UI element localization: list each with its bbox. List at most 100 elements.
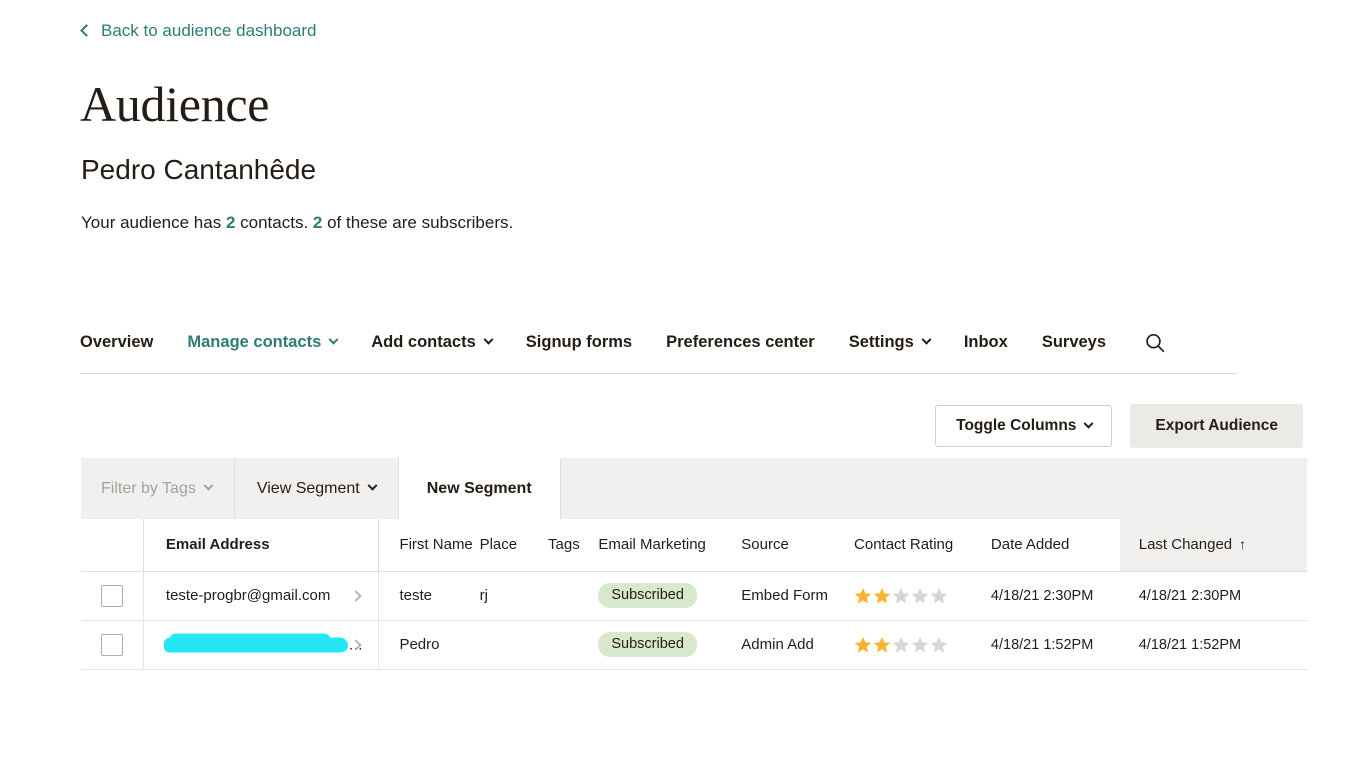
email-address-redacted: ...	[163, 633, 362, 653]
email-address-text: teste-progbr@gmail.com	[165, 587, 331, 604]
star-icon	[854, 587, 872, 604]
audience-summary: Your audience has 2 contacts. 2 of these…	[81, 213, 513, 233]
star-icon	[892, 636, 910, 653]
cell-tags	[548, 620, 599, 670]
tab-signup-forms[interactable]: Signup forms	[526, 332, 632, 352]
new-segment-label: New Segment	[426, 479, 532, 497]
view-segment-dropdown[interactable]: View Segment	[233, 458, 398, 519]
column-tags[interactable]: Tags	[548, 519, 599, 572]
star-icon	[873, 587, 891, 604]
toggle-columns-label: Toggle Columns	[956, 417, 1077, 434]
tab-preferences-center-label: Preferences center	[666, 333, 815, 351]
chevron-down-icon	[1083, 418, 1094, 429]
audience-page: Back to audience dashboard Audience Pedr…	[0, 0, 1369, 770]
row-checkbox[interactable]	[101, 584, 123, 607]
cell-date-added: 4/18/21 2:30PM	[990, 571, 1120, 621]
star-icon	[892, 587, 910, 604]
tab-manage-contacts[interactable]: Manage contacts	[187, 332, 339, 352]
cell-place	[479, 620, 549, 670]
column-source[interactable]: Source	[741, 519, 855, 572]
summary-prefix: Your audience has	[81, 213, 226, 232]
chevron-down-icon	[203, 480, 214, 491]
column-last-changed[interactable]: Last Changed ↑	[1119, 519, 1307, 572]
table-row[interactable]: ... Pedro Subscribed Admin Add 4/18/21 1…	[81, 620, 1307, 670]
cell-tags	[548, 571, 599, 621]
star-icon	[930, 636, 948, 653]
column-email-marketing[interactable]: Email Marketing	[598, 519, 742, 572]
star-icon	[911, 636, 929, 653]
summary-suffix: of these are subscribers.	[322, 213, 514, 232]
cell-last-changed: 4/18/21 2:30PM	[1119, 571, 1307, 621]
search-icon	[1146, 333, 1165, 353]
chevron-left-icon	[80, 24, 93, 37]
audience-name: Pedro Cantanhêde	[81, 154, 317, 185]
star-icon	[854, 636, 872, 653]
back-to-audience-dashboard-link[interactable]: Back to audience dashboard	[80, 21, 317, 41]
column-date-added[interactable]: Date Added	[990, 519, 1120, 572]
search-button[interactable]	[1144, 332, 1166, 354]
tab-add-contacts[interactable]: Add contacts	[371, 332, 494, 352]
audience-nav: Overview Manage contacts Add contacts Si…	[80, 332, 1237, 374]
tab-preferences-center[interactable]: Preferences center	[666, 332, 815, 352]
column-place[interactable]: Place	[479, 519, 549, 572]
sort-ascending-icon: ↑	[1239, 536, 1247, 553]
cell-email-address[interactable]: teste-progbr@gmail.com	[143, 571, 380, 621]
back-link-label: Back to audience dashboard	[101, 21, 317, 40]
cell-place: rj	[479, 571, 549, 621]
cell-source: Embed Form	[741, 571, 855, 621]
cell-contact-rating	[854, 620, 991, 670]
tab-settings-label: Settings	[848, 333, 914, 351]
rating-stars[interactable]	[854, 636, 991, 654]
cell-email-marketing: Subscribed	[598, 571, 742, 621]
export-audience-button[interactable]: Export Audience	[1130, 404, 1303, 448]
tab-add-contacts-label: Add contacts	[371, 333, 476, 351]
tab-surveys[interactable]: Surveys	[1042, 332, 1106, 352]
row-select-cell	[81, 571, 144, 621]
tab-inbox-label: Inbox	[963, 333, 1008, 351]
table-actions: Toggle Columns Export Audience	[935, 404, 1303, 448]
subscribers-count: 2	[312, 213, 323, 232]
tab-manage-contacts-label: Manage contacts	[187, 333, 322, 351]
cell-last-changed: 4/18/21 1:52PM	[1119, 620, 1307, 670]
filter-by-tags-dropdown[interactable]: Filter by Tags	[81, 458, 234, 519]
column-email-address[interactable]: Email Address	[143, 519, 380, 572]
table-row[interactable]: teste-progbr@gmail.com teste rj Subscrib…	[81, 571, 1307, 621]
cell-first-name: teste	[378, 571, 480, 621]
rating-stars[interactable]	[854, 587, 991, 605]
contacts-table: Email Address First Name Place Tags Emai…	[81, 519, 1307, 670]
chevron-down-icon	[328, 334, 339, 345]
column-last-changed-label: Last Changed	[1138, 536, 1233, 554]
row-checkbox[interactable]	[101, 633, 123, 656]
column-contact-rating[interactable]: Contact Rating	[854, 519, 991, 572]
redaction-mark	[163, 633, 348, 652]
segment-filter-bar: Filter by Tags View Segment New Segment	[81, 458, 1307, 519]
tab-surveys-label: Surveys	[1041, 333, 1107, 351]
tab-inbox[interactable]: Inbox	[964, 332, 1008, 352]
status-badge: Subscribed	[598, 583, 697, 608]
cell-email-marketing: Subscribed	[598, 620, 742, 670]
cell-source: Admin Add	[741, 620, 855, 670]
contacts-count: 2	[225, 213, 236, 232]
chevron-down-icon	[921, 334, 932, 345]
toggle-columns-button[interactable]: Toggle Columns	[935, 405, 1113, 447]
chevron-down-icon	[367, 480, 378, 491]
column-first-name[interactable]: First Name	[378, 519, 480, 572]
new-segment-button[interactable]: New Segment	[397, 458, 561, 519]
chevron-down-icon	[483, 334, 494, 345]
tab-overview[interactable]: Overview	[80, 332, 153, 352]
tab-overview-label: Overview	[80, 333, 154, 351]
page-title: Audience	[80, 76, 270, 132]
filter-bar-spacer	[561, 458, 1307, 519]
contacts-table-body: teste-progbr@gmail.com teste rj Subscrib…	[81, 571, 1307, 670]
summary-middle: contacts.	[235, 213, 313, 232]
row-select-cell	[81, 620, 144, 670]
star-icon	[911, 587, 929, 604]
chevron-right-icon[interactable]	[350, 589, 363, 602]
cell-email-address[interactable]: ...	[143, 620, 380, 670]
status-badge: Subscribed	[598, 632, 697, 657]
filter-by-tags-label: Filter by Tags	[101, 479, 196, 497]
star-icon	[873, 636, 891, 653]
cell-contact-rating	[854, 571, 991, 621]
tab-signup-forms-label: Signup forms	[525, 333, 633, 351]
tab-settings[interactable]: Settings	[848, 332, 932, 352]
